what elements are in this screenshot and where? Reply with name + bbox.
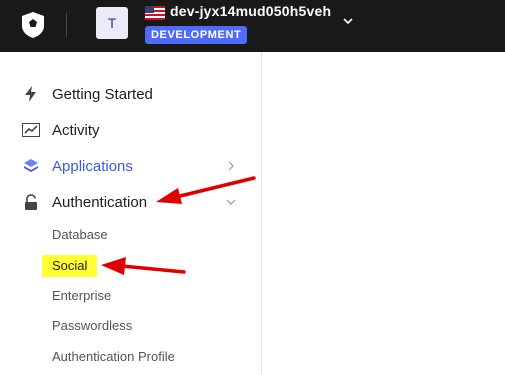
sidebar-item-label: Getting Started xyxy=(52,85,153,103)
sidebar: Getting Started Activity Applications Au… xyxy=(0,52,262,375)
layers-icon xyxy=(22,157,40,175)
subnav-item-authentication-profile[interactable]: Authentication Profile xyxy=(52,346,175,368)
tenant-initial: T xyxy=(107,15,117,31)
unlock-icon xyxy=(22,193,40,211)
subnav-item-social[interactable]: Social xyxy=(42,255,98,277)
tenant-avatar[interactable]: T xyxy=(96,7,128,39)
sidebar-item-label: Applications xyxy=(52,157,133,175)
main-content-area xyxy=(263,52,505,375)
header-divider xyxy=(66,13,67,37)
chevron-down-icon[interactable] xyxy=(342,16,354,26)
subnav-item-enterprise[interactable]: Enterprise xyxy=(52,285,111,307)
subnav-item-database[interactable]: Database xyxy=(52,224,108,246)
sidebar-item-activity[interactable]: Activity xyxy=(0,116,262,144)
environment-badge: DEVELOPMENT xyxy=(145,26,248,44)
top-bar: T dev-jyx14mud050h5veh DEVELOPMENT xyxy=(0,0,505,52)
auth0-logo-icon[interactable] xyxy=(18,10,48,40)
sidebar-item-label: Activity xyxy=(52,121,100,139)
chevron-down-icon xyxy=(226,199,236,205)
sidebar-item-label: Authentication xyxy=(52,193,148,211)
tenant-name[interactable]: dev-jyx14mud050h5veh xyxy=(170,3,331,19)
us-flag-icon xyxy=(145,6,165,20)
sidebar-item-authentication[interactable]: Authentication xyxy=(0,188,262,216)
chevron-right-icon xyxy=(228,161,234,171)
subnav-item-passwordless[interactable]: Passwordless xyxy=(52,315,132,337)
sidebar-item-getting-started[interactable]: Getting Started xyxy=(0,80,262,108)
chart-trend-icon xyxy=(22,121,40,139)
lightning-icon xyxy=(22,85,40,103)
sidebar-item-applications[interactable]: Applications xyxy=(0,152,262,180)
